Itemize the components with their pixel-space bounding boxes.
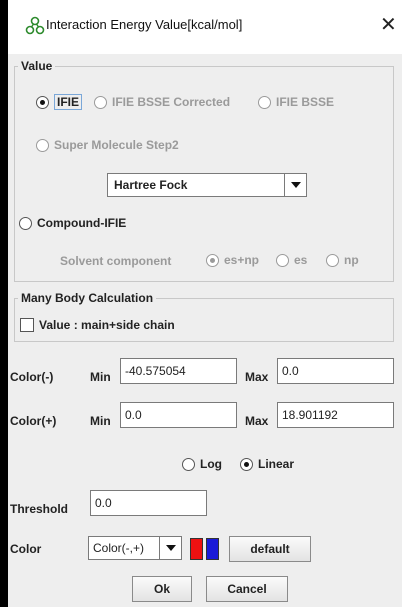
color-plus-label: Color(+) <box>10 414 57 428</box>
negative-color-swatch[interactable] <box>190 538 203 560</box>
chevron-down-icon <box>284 174 306 196</box>
color-minus-max-field[interactable]: 0.0 <box>277 358 394 384</box>
ifie-radio[interactable]: IFIE <box>36 94 83 110</box>
threshold-field[interactable]: 0.0 <box>90 490 207 516</box>
color-plus-min-label: Min <box>90 414 111 428</box>
many-body-legend: Many Body Calculation <box>18 291 157 305</box>
color-mode-dropdown[interactable]: Color(-,+) <box>88 536 182 560</box>
window-edge <box>0 0 8 607</box>
color-minus-min-label: Min <box>90 370 111 384</box>
close-icon[interactable]: ✕ <box>380 12 397 37</box>
molecule-icon <box>25 16 45 35</box>
color-minus-label: Color(-) <box>10 370 54 384</box>
ok-button[interactable]: Ok <box>132 576 192 602</box>
solvent-es-np-radio[interactable]: es+np <box>206 253 259 267</box>
value-group-legend: Value <box>18 59 56 73</box>
color-plus-max-field[interactable]: 18.901192 <box>277 402 394 428</box>
dialog-body: Value IFIE IFIE BSSE Corrected IFIE BSSE… <box>8 54 402 607</box>
linear-radio[interactable]: Linear <box>240 457 294 471</box>
color-plus-max-label: Max <box>245 414 269 428</box>
color-label: Color <box>10 542 42 556</box>
solvent-es-radio[interactable]: es <box>276 253 307 267</box>
compound-ifie-radio[interactable]: Compound-IFIE <box>19 216 126 230</box>
positive-color-swatch[interactable] <box>206 538 219 560</box>
ifie-bsse-corrected-radio[interactable]: IFIE BSSE Corrected <box>94 95 230 109</box>
solvent-label: Solvent component <box>60 254 172 268</box>
ifie-bsse-radio[interactable]: IFIE BSSE <box>258 95 334 109</box>
threshold-label: Threshold <box>10 502 69 516</box>
window-title: Interaction Energy Value[kcal/mol] <box>46 17 243 32</box>
title-bar[interactable]: Interaction Energy Value[kcal/mol] ✕ <box>8 0 402 54</box>
log-radio[interactable]: Log <box>182 457 222 471</box>
super-molecule-radio[interactable]: Super Molecule Step2 <box>36 138 179 152</box>
cancel-button[interactable]: Cancel <box>206 576 288 602</box>
default-button[interactable]: default <box>229 536 311 562</box>
solvent-np-radio[interactable]: np <box>326 253 359 267</box>
method-dropdown[interactable]: Hartree Fock <box>107 173 307 197</box>
color-plus-min-field[interactable]: 0.0 <box>120 402 237 428</box>
color-minus-min-field[interactable]: -40.575054 <box>120 358 237 384</box>
color-minus-max-label: Max <box>245 370 269 384</box>
main-side-chain-checkbox[interactable]: Value : main+side chain <box>20 318 175 332</box>
chevron-down-icon <box>159 537 181 559</box>
